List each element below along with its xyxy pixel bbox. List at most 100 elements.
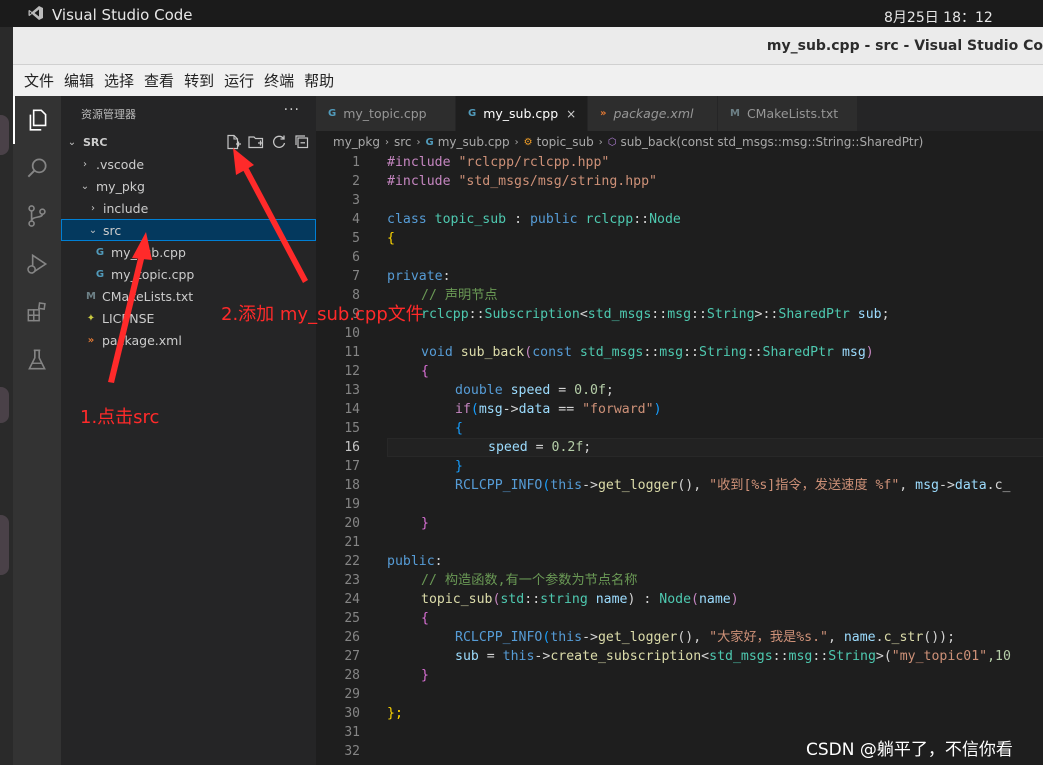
tree-item-src[interactable]: ⌄ src [61, 219, 316, 241]
breadcrumb-item[interactable]: my_sub.cpp [438, 135, 510, 149]
menu-edit[interactable]: 编辑 [59, 70, 99, 91]
menu-view[interactable]: 查看 [139, 70, 179, 91]
activity-explorer[interactable] [13, 96, 61, 144]
explorer-sidebar: 资源管理器 ··· ⌄ SRC › .vscode ⌄ my_pkg › inc… [61, 96, 316, 765]
breadcrumb: my_pkg › src › G my_sub.cpp › ⚙ topic_su… [316, 131, 1043, 153]
breadcrumb-item[interactable]: topic_sub [537, 135, 594, 149]
tree-item-my-sub-cpp[interactable]: G my_sub.cpp [61, 241, 316, 263]
code-line: sub = this->create_subscription<std_msgs… [455, 649, 1011, 664]
line-number: 7 [352, 269, 360, 284]
line-number: 30 [344, 706, 360, 721]
tree-item-vscode[interactable]: › .vscode [61, 153, 316, 175]
menu-bar: 文件 编辑 选择 查看 转到 运行 终端 帮助 [13, 65, 1043, 96]
chevron-right-icon: › [598, 136, 603, 148]
explorer-more-button[interactable]: ··· [284, 102, 300, 118]
cmake-file-icon: M [86, 290, 96, 302]
dock-item[interactable] [0, 387, 9, 423]
chevron-right-icon: › [514, 136, 519, 148]
new-folder-icon[interactable] [248, 134, 264, 150]
tree-item-my-topic-cpp[interactable]: G my_topic.cpp [61, 263, 316, 285]
tab-my-sub-cpp[interactable]: G my_sub.cpp × [456, 96, 588, 131]
cpp-file-icon: G [425, 136, 434, 148]
explorer-section-label: SRC [83, 135, 108, 149]
tab-cmakelists[interactable]: M CMakeLists.txt [718, 96, 858, 131]
new-file-icon[interactable] [225, 134, 241, 150]
window-title-bar: my_sub.cpp - src - Visual Studio Co [13, 27, 1043, 65]
dock-item[interactable] [0, 515, 9, 575]
menu-file[interactable]: 文件 [19, 70, 59, 91]
os-top-bar: Visual Studio Code 8月25日 18：12 [0, 0, 1043, 27]
code-line: void sub_back(const std_msgs::msg::Strin… [421, 345, 874, 360]
menu-help[interactable]: 帮助 [299, 70, 339, 91]
tree-item-my-pkg[interactable]: ⌄ my_pkg [61, 175, 316, 197]
line-number: 19 [344, 497, 360, 512]
os-app-indicator[interactable]: Visual Studio Code [28, 5, 193, 25]
xml-file-icon: » [600, 108, 607, 119]
breadcrumb-item[interactable]: my_pkg [333, 135, 380, 149]
line-number: 2 [352, 174, 360, 189]
tree-item-include[interactable]: › include [61, 197, 316, 219]
dock-item[interactable] [0, 115, 9, 155]
code-line: { [421, 611, 429, 626]
line-number: 18 [344, 478, 360, 493]
tree-item-label: my_sub.cpp [111, 244, 186, 260]
tree-item-label: src [103, 222, 122, 238]
code-line: }; [387, 706, 403, 721]
extensions-icon [27, 302, 46, 322]
line-number-current: 16 [344, 440, 360, 455]
code-line: rclcpp::Subscription<std_msgs::msg::Stri… [421, 307, 890, 322]
tab-label: my_sub.cpp [483, 106, 559, 121]
activity-search[interactable] [13, 144, 61, 192]
os-clock[interactable]: 8月25日 18：12 [884, 7, 993, 27]
code-line: } [421, 668, 429, 683]
line-number: 11 [344, 345, 360, 360]
activity-extensions[interactable] [13, 288, 61, 336]
code-line: public: [387, 554, 443, 569]
breadcrumb-item[interactable]: src [394, 135, 412, 149]
code-line: double speed = 0.0f; [455, 383, 614, 398]
tab-my-topic-cpp[interactable]: G my_topic.cpp [316, 96, 456, 131]
line-number: 28 [344, 668, 360, 683]
line-number: 24 [344, 592, 360, 607]
line-number: 26 [344, 630, 360, 645]
menu-go[interactable]: 转到 [179, 70, 219, 91]
tree-item-label: package.xml [102, 332, 182, 348]
menu-selection[interactable]: 选择 [99, 70, 139, 91]
code-line: // 构造函数,有一个参数为节点名称 [421, 573, 638, 588]
annotation-step-2: 2.添加 my_sub.cpp文件 [221, 304, 424, 325]
xml-file-icon: » [87, 334, 95, 346]
line-number: 14 [344, 402, 360, 417]
tab-package-xml[interactable]: » package.xml [588, 96, 718, 131]
collapse-all-icon[interactable] [294, 134, 310, 150]
chevron-down-icon: ⌄ [67, 136, 77, 148]
cmake-file-icon: M [730, 108, 740, 119]
code-line: #include "rclcpp/rclcpp.hpp" [387, 155, 610, 170]
code-line: } [421, 516, 429, 531]
explorer-section-src[interactable]: ⌄ SRC [61, 131, 316, 153]
line-number: 17 [344, 459, 360, 474]
activity-run-debug[interactable] [13, 240, 61, 288]
breadcrumb-item[interactable]: sub_back(const std_msgs::msg::String::Sh… [620, 135, 923, 149]
dock-strip [0, 27, 13, 765]
tab-label: CMakeLists.txt [746, 106, 839, 121]
activity-testing[interactable] [13, 336, 61, 384]
line-number: 25 [344, 611, 360, 626]
code-line: private: [387, 269, 451, 284]
tab-label: my_topic.cpp [343, 106, 427, 121]
refresh-icon[interactable] [271, 134, 287, 150]
explorer-section-actions [225, 131, 310, 153]
line-number: 29 [344, 687, 360, 702]
vscode-logo-icon [28, 5, 44, 25]
line-number: 3 [352, 193, 360, 208]
line-number: 4 [352, 212, 360, 227]
menu-run[interactable]: 运行 [219, 70, 259, 91]
tree-item-package-xml[interactable]: » package.xml [61, 329, 316, 351]
editor-tabs: G my_topic.cpp G my_sub.cpp × » package.… [316, 96, 1043, 131]
menu-terminal[interactable]: 终端 [259, 70, 299, 91]
activity-source-control[interactable] [13, 192, 61, 240]
line-number: 20 [344, 516, 360, 531]
close-icon[interactable]: × [566, 107, 576, 121]
code-editor[interactable]: #include "rclcpp/rclcpp.hpp" #include "s… [370, 153, 1043, 765]
tree-item-label: LICENSE [102, 310, 155, 326]
line-number: 27 [344, 649, 360, 664]
